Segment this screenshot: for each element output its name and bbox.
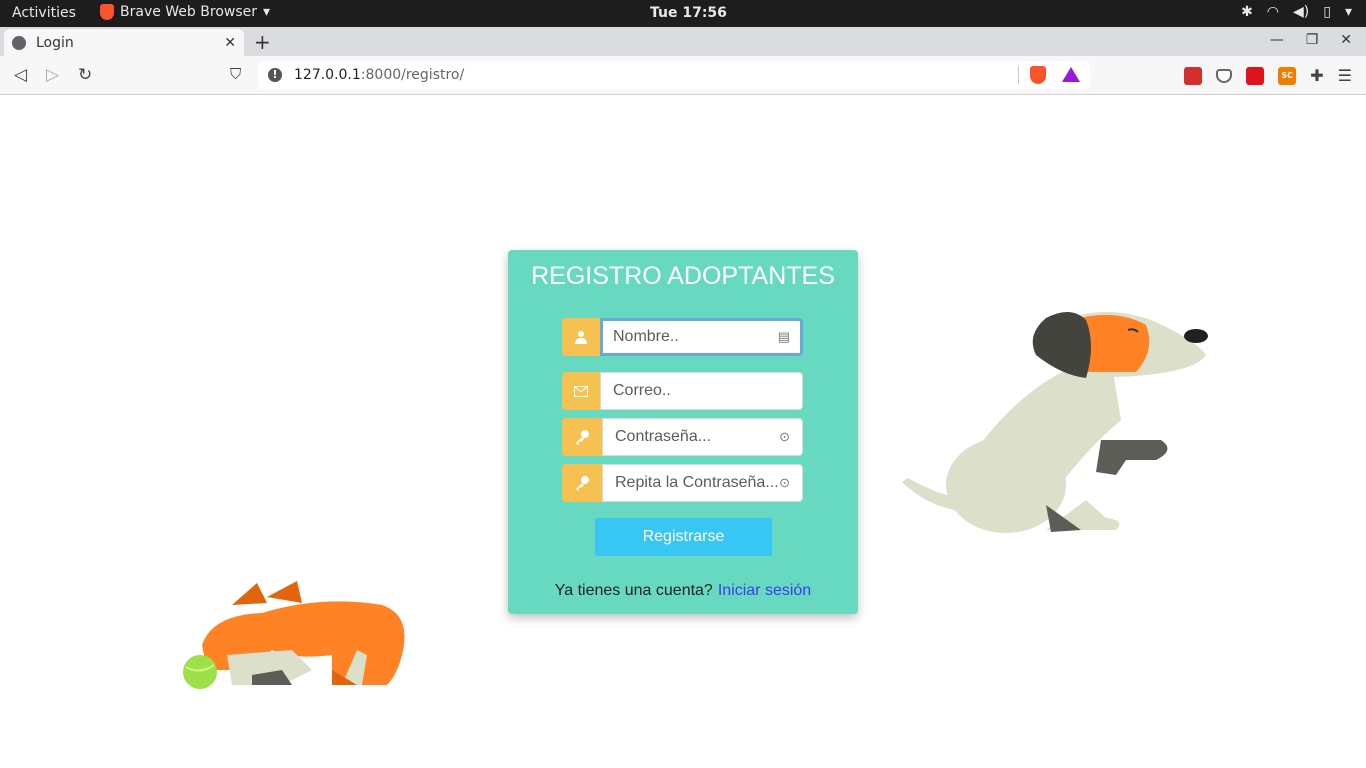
login-prompt: Ya tienes una cuenta? Iniciar sesión (508, 582, 858, 600)
battery-icon: ▯ (1323, 4, 1331, 20)
form-title: REGISTRO ADOPTANTES (531, 262, 835, 290)
sitting-dog-illustration (902, 311, 1208, 533)
reload-icon[interactable]: ↻ (78, 65, 92, 85)
bluetooth-icon: ✱ (1241, 4, 1253, 20)
menu-icon[interactable]: ☰ (1338, 66, 1352, 85)
tab-login[interactable]: Login ✕ (4, 29, 244, 56)
password-row: Contraseña... ⊙ (562, 418, 803, 456)
extensions-puzzle-icon[interactable]: ✚ (1310, 66, 1323, 85)
site-info-icon[interactable]: ! (268, 68, 282, 82)
minimize-icon[interactable]: — (1270, 32, 1284, 48)
close-window-icon[interactable]: ✕ (1340, 32, 1352, 48)
activities-button[interactable]: Activities (12, 5, 76, 21)
url-host: 127.0.0.1 (294, 67, 361, 83)
app-menu[interactable]: Brave Web Browser ▾ (100, 4, 270, 20)
wifi-icon: ◠ (1266, 4, 1280, 20)
brave-logo-icon (100, 4, 114, 20)
name-row: Nombre.. ▤ (562, 318, 803, 356)
playing-dog-illustration (183, 581, 405, 689)
browser-toolbar: ◁ ▷ ↻ ⛉ ! 127.0.0.1:8000/registro/ SC ✚ … (0, 56, 1366, 95)
login-link[interactable]: Iniciar sesión (718, 582, 811, 599)
forward-icon[interactable]: ▷ (46, 65, 59, 85)
chevron-down-icon: ▾ (263, 4, 271, 20)
url-path: :8000/registro/ (360, 67, 465, 83)
address-bar[interactable]: ! 127.0.0.1:8000/registro/ (258, 61, 1090, 89)
email-input[interactable]: Correo.. (600, 372, 803, 410)
window-controls: — ❐ ✕ (1270, 32, 1352, 48)
name-placeholder: Nombre.. (613, 328, 679, 345)
app-menu-label: Brave Web Browser (120, 4, 257, 20)
back-icon[interactable]: ◁ (14, 65, 27, 85)
password-confirm-input[interactable]: Repita la Contraseña... ⊙ (602, 464, 803, 502)
divider (1018, 66, 1019, 84)
system-top-bar: Activities Brave Web Browser ▾ Tue 17:56… (0, 0, 1366, 27)
password-manager-icon[interactable]: ⊙ (779, 475, 790, 491)
email-placeholder: Correo.. (613, 382, 671, 399)
pocket-icon[interactable] (1216, 68, 1233, 83)
maximize-icon[interactable]: ❐ (1306, 32, 1319, 48)
clock[interactable]: Tue 17:56 (650, 5, 727, 21)
user-icon (562, 318, 600, 356)
brave-shields-icon[interactable] (1030, 66, 1046, 84)
tab-title: Login (36, 34, 74, 51)
brave-rewards-icon[interactable] (1062, 67, 1080, 82)
envelope-icon (562, 372, 600, 410)
register-button[interactable]: Registrarse (595, 518, 772, 556)
password-placeholder: Contraseña... (615, 428, 712, 445)
key-icon (562, 418, 602, 456)
autofill-icon[interactable]: ▤ (778, 329, 790, 345)
system-menu-chevron-icon: ▾ (1344, 4, 1352, 20)
password-confirm-row: Repita la Contraseña... ⊙ (562, 464, 803, 502)
key-icon (562, 464, 602, 502)
password-manager-icon[interactable]: ⊙ (779, 429, 790, 445)
extension-red-icon[interactable] (1246, 66, 1265, 85)
registration-card: REGISTRO ADOPTANTES Nombre.. ▤ Correo.. … (508, 250, 858, 614)
password-confirm-placeholder: Repita la Contraseña... (615, 474, 779, 491)
login-prompt-text: Ya tienes una cuenta? (554, 582, 713, 599)
system-tray[interactable]: ✱ ◠ ◀) ▯ ▾ (1241, 4, 1352, 20)
extensions-area: SC ✚ ☰ (1184, 66, 1352, 85)
bookmark-icon[interactable]: ⛉ (230, 65, 241, 83)
close-tab-icon[interactable]: ✕ (224, 35, 236, 51)
name-input[interactable]: Nombre.. ▤ (600, 318, 803, 356)
new-tab-button[interactable]: + (254, 30, 271, 54)
email-row: Correo.. (562, 372, 803, 410)
tab-strip: Login ✕ (0, 27, 1366, 56)
volume-icon: ◀) (1293, 4, 1310, 20)
password-input[interactable]: Contraseña... ⊙ (602, 418, 803, 456)
extension-sc-icon[interactable]: SC (1278, 66, 1297, 85)
extension-badge-icon[interactable] (1184, 66, 1203, 85)
globe-icon (12, 35, 26, 50)
